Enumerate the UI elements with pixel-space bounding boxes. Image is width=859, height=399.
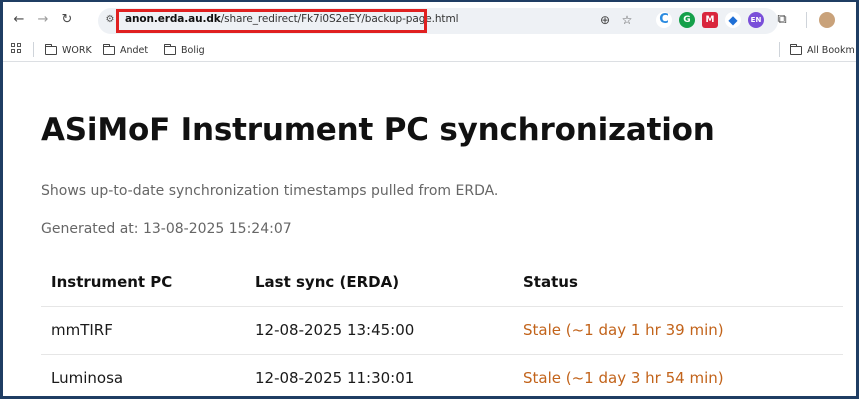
status-text: Stale (~1 day 1 hr 39 min) xyxy=(523,321,724,339)
back-arrow-icon[interactable]: ← xyxy=(11,12,27,28)
bookmark-folder-andet[interactable]: Andet xyxy=(103,42,148,58)
bookmarks-bar: WORK Andet Bolig All Bookm xyxy=(3,38,856,62)
bookmarks-divider xyxy=(33,42,34,57)
folder-icon xyxy=(45,43,57,55)
folder-icon xyxy=(164,43,176,55)
toolbar-divider xyxy=(806,12,807,28)
table-row: mmTIRF 12-08-2025 13:45:00 Stale (~1 day… xyxy=(41,307,843,355)
header-last-sync: Last sync (ERDA) xyxy=(255,273,400,291)
url-highlight-box xyxy=(116,9,427,33)
folder-icon xyxy=(790,43,802,55)
generated-timestamp: Generated at: 13-08-2025 15:24:07 xyxy=(41,221,292,237)
bookmark-star-icon[interactable]: ☆ xyxy=(619,12,635,28)
extensions-puzzle-icon[interactable]: ⧉ xyxy=(774,12,790,28)
instrument-name: Luminosa xyxy=(51,369,124,387)
instrument-name: mmTIRF xyxy=(51,321,113,339)
sync-table: Instrument PC Last sync (ERDA) Status mm… xyxy=(41,259,843,396)
bookmark-folder-work[interactable]: WORK xyxy=(45,42,92,58)
reload-icon[interactable]: ↻ xyxy=(59,12,75,28)
grammarly-icon[interactable]: G xyxy=(679,12,695,28)
last-sync-time: 12-08-2025 13:45:00 xyxy=(255,321,415,339)
bookmark-folder-bolig[interactable]: Bolig xyxy=(164,42,205,58)
browser-window: ← → ↻ ⚙ anon.erda.au.dk/share_redirect/F… xyxy=(3,2,856,396)
profile-avatar-icon[interactable] xyxy=(819,12,835,28)
page-title: ASiMoF Instrument PC synchronization xyxy=(41,112,715,148)
last-sync-time: 12-08-2025 11:30:01 xyxy=(255,369,415,387)
site-info-icon[interactable]: ⚙ xyxy=(103,13,117,27)
all-bookmarks-button[interactable]: All Bookm xyxy=(790,42,855,58)
header-status: Status xyxy=(523,273,578,291)
header-instrument-pc: Instrument PC xyxy=(51,273,173,291)
bookmark-label: Bolig xyxy=(181,44,205,56)
table-header-row: Instrument PC Last sync (ERDA) Status xyxy=(41,259,843,307)
language-icon[interactable]: EN xyxy=(748,12,764,28)
zoom-icon[interactable]: ⊕ xyxy=(597,12,613,28)
table-row: Luminosa 12-08-2025 11:30:01 Stale (~1 d… xyxy=(41,355,843,396)
zotero-icon[interactable]: ◆ xyxy=(725,12,741,28)
browser-toolbar: ← → ↻ ⚙ anon.erda.au.dk/share_redirect/F… xyxy=(3,2,856,38)
bookmark-label: WORK xyxy=(62,44,92,56)
bookmark-label: Andet xyxy=(120,44,149,56)
mendeley-icon[interactable]: M xyxy=(702,12,718,28)
apps-grid-icon[interactable] xyxy=(11,43,23,55)
grammar-check-icon[interactable]: C xyxy=(656,12,672,28)
bookmarks-divider xyxy=(779,42,780,57)
folder-icon xyxy=(103,43,115,55)
page-content: ASiMoF Instrument PC synchronization Sho… xyxy=(3,63,856,396)
status-text: Stale (~1 day 3 hr 54 min) xyxy=(523,369,724,387)
forward-arrow-icon[interactable]: → xyxy=(35,12,51,28)
all-bookmarks-label: All Bookm xyxy=(807,44,855,56)
page-subtitle: Shows up-to-date synchronization timesta… xyxy=(41,183,499,199)
